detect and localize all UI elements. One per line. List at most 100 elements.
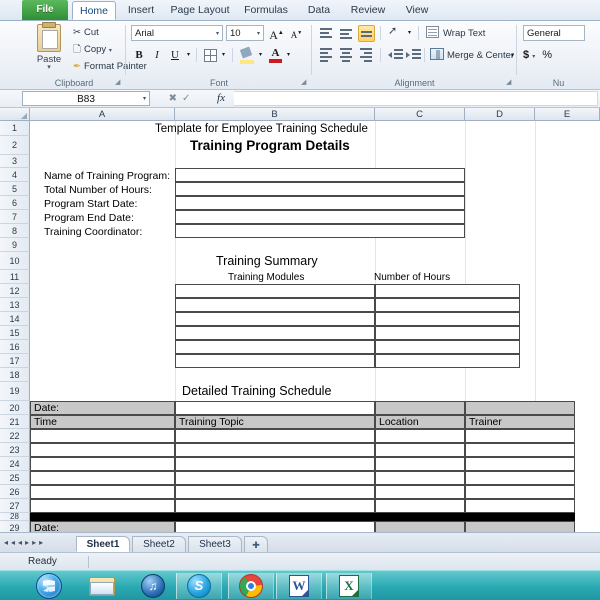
- row-header-3[interactable]: 3: [0, 155, 30, 168]
- bold-button[interactable]: B: [131, 46, 147, 64]
- currency-chevron-down-icon[interactable]: ▾: [532, 54, 535, 60]
- align-left-button[interactable]: [318, 46, 335, 63]
- schedule-cell-time[interactable]: [30, 499, 175, 513]
- schedule-date-blank-c-1[interactable]: [375, 401, 465, 415]
- chevron-down-icon[interactable]: ▾: [143, 92, 146, 107]
- row-header-7[interactable]: 7: [0, 210, 30, 224]
- font-size-combobox[interactable]: 10 ▾: [226, 25, 264, 41]
- font-color-chevron-down-icon[interactable]: ▾: [284, 46, 293, 64]
- sheet-cells[interactable]: Template for Employee Training Schedule …: [30, 121, 600, 532]
- row-header-25[interactable]: 25: [0, 471, 30, 485]
- row-header-5[interactable]: 5: [0, 182, 30, 196]
- input-program-start-date[interactable]: [175, 196, 465, 210]
- schedule-cell-topic[interactable]: [175, 485, 375, 499]
- row-header-28[interactable]: 28: [0, 513, 30, 521]
- schedule-cell-time[interactable]: [30, 429, 175, 443]
- schedule-cell-time[interactable]: [30, 443, 175, 457]
- schedule-cell-topic[interactable]: [175, 471, 375, 485]
- wrap-text-button[interactable]: Wrap Text: [443, 25, 485, 42]
- schedule-separator-row[interactable]: [30, 513, 575, 521]
- schedule-date-blank-d-1[interactable]: [465, 401, 575, 415]
- schedule-cell-topic[interactable]: [175, 443, 375, 457]
- schedule-cell-time[interactable]: [30, 457, 175, 471]
- row-header-16[interactable]: 16: [0, 340, 30, 354]
- align-middle-button[interactable]: [338, 25, 355, 42]
- row-header-9[interactable]: 9: [0, 238, 30, 252]
- schedule-cell-time[interactable]: [30, 485, 175, 499]
- file-explorer-button[interactable]: [78, 573, 124, 599]
- summary-cell-module[interactable]: [175, 340, 375, 354]
- schedule-cell-trainer[interactable]: [465, 457, 575, 471]
- summary-cell-hours[interactable]: [375, 312, 520, 326]
- column-header-a[interactable]: A: [30, 108, 175, 121]
- column-header-c[interactable]: C: [375, 108, 465, 121]
- row-header-11[interactable]: 11: [0, 270, 30, 284]
- chevron-down-icon[interactable]: ▾: [257, 26, 260, 42]
- word-button[interactable]: [276, 573, 322, 599]
- sheet-tab-sheet2[interactable]: Sheet2: [132, 536, 186, 552]
- row-header-23[interactable]: 23: [0, 443, 30, 457]
- row-header-10[interactable]: 10: [0, 252, 30, 270]
- decrease-indent-icon[interactable]: [388, 48, 403, 62]
- tab-review[interactable]: Review: [344, 1, 392, 20]
- merge-center-button[interactable]: Merge & Center: [447, 47, 514, 64]
- insert-function-icon[interactable]: fx: [210, 91, 232, 106]
- row-header-14[interactable]: 14: [0, 312, 30, 326]
- number-format-combobox[interactable]: General: [523, 25, 585, 41]
- align-right-button[interactable]: [358, 46, 375, 63]
- tab-page-layout[interactable]: Page Layout: [166, 1, 234, 20]
- row-header-19[interactable]: 19: [0, 382, 30, 401]
- name-box[interactable]: B83 ▾: [22, 91, 150, 106]
- schedule-cell-trainer[interactable]: [465, 429, 575, 443]
- tab-view[interactable]: View: [398, 1, 436, 20]
- chevron-down-icon[interactable]: ▾: [30, 64, 68, 71]
- schedule-cell-trainer[interactable]: [465, 471, 575, 485]
- decrease-font-size-button[interactable]: A▼: [288, 27, 305, 41]
- orientation-chevron-down-icon[interactable]: ▾: [405, 25, 414, 42]
- cut-button[interactable]: ✂ Cut: [70, 24, 99, 41]
- row-header-29[interactable]: 29: [0, 521, 30, 532]
- schedule-date-blank-d-2[interactable]: [465, 521, 575, 532]
- copy-button[interactable]: 🗋 Copy ▾: [70, 41, 112, 58]
- fill-chevron-down-icon[interactable]: ▾: [256, 46, 265, 64]
- currency-format-button[interactable]: $: [523, 49, 529, 61]
- summary-cell-hours[interactable]: [375, 326, 520, 340]
- tab-formulas[interactable]: Formulas: [238, 1, 294, 20]
- itunes-button[interactable]: [130, 573, 176, 599]
- row-header-2[interactable]: 2: [0, 136, 30, 155]
- row-header-21[interactable]: 21: [0, 415, 30, 429]
- increase-font-size-button[interactable]: A▲: [268, 25, 285, 42]
- row-header-27[interactable]: 27: [0, 499, 30, 513]
- paste-button[interactable]: Paste ▾: [30, 22, 68, 71]
- tab-home[interactable]: Home: [72, 1, 116, 20]
- summary-cell-module[interactable]: [175, 326, 375, 340]
- column-header-d[interactable]: D: [465, 108, 535, 121]
- row-header-8[interactable]: 8: [0, 224, 30, 238]
- borders-icon[interactable]: [204, 49, 217, 62]
- schedule-date-blank-c-2[interactable]: [375, 521, 465, 532]
- schedule-cell-location[interactable]: [375, 457, 465, 471]
- row-header-17[interactable]: 17: [0, 354, 30, 368]
- row-header-24[interactable]: 24: [0, 457, 30, 471]
- row-header-4[interactable]: 4: [0, 168, 30, 182]
- schedule-cell-time[interactable]: [30, 471, 175, 485]
- summary-cell-hours[interactable]: [375, 298, 520, 312]
- start-orb-button[interactable]: [26, 573, 72, 599]
- italic-button[interactable]: I: [149, 46, 165, 64]
- summary-cell-module[interactable]: [175, 312, 375, 326]
- summary-cell-module[interactable]: [175, 354, 375, 368]
- merge-center-icon[interactable]: [430, 48, 444, 60]
- insert-worksheet-icon[interactable]: ✚: [244, 536, 268, 552]
- align-center-button[interactable]: [338, 46, 355, 63]
- schedule-cell-topic[interactable]: [175, 457, 375, 471]
- borders-chevron-down-icon[interactable]: ▾: [219, 46, 228, 64]
- input-total-number-of-hours[interactable]: [175, 182, 465, 196]
- schedule-cell-trainer[interactable]: [465, 499, 575, 513]
- chrome-button[interactable]: [228, 573, 274, 599]
- alignment-dialog-launcher-icon[interactable]: ◢: [506, 79, 514, 87]
- schedule-cell-location[interactable]: [375, 443, 465, 457]
- tab-file[interactable]: File: [22, 0, 68, 20]
- underline-button[interactable]: U: [167, 46, 183, 64]
- input-training-coordinator[interactable]: [175, 224, 465, 238]
- schedule-cell-location[interactable]: [375, 471, 465, 485]
